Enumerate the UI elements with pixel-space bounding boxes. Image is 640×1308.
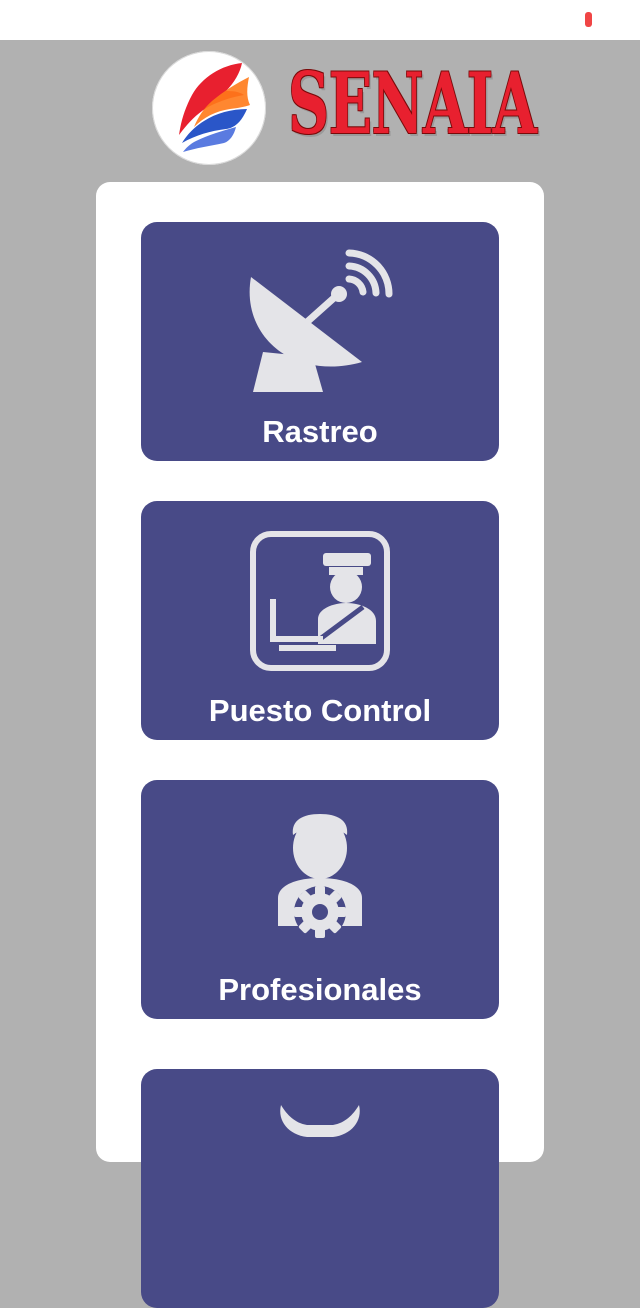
menu-item-profesionales[interactable]: Profesionales bbox=[141, 780, 499, 1019]
partial-icon bbox=[280, 1105, 360, 1137]
menu-panel: Rastreo Puesto Control Profesionales bbox=[96, 182, 544, 1308]
menu-item-label: Profesionales bbox=[218, 972, 422, 1007]
professional-gear-icon bbox=[278, 814, 362, 938]
guard-checkpoint-icon bbox=[250, 531, 390, 671]
menu-item-partial[interactable] bbox=[141, 1069, 499, 1308]
menu-item-label: Puesto Control bbox=[208, 693, 432, 728]
logo-icon bbox=[152, 51, 266, 165]
status-bar bbox=[0, 0, 640, 40]
brand-name: SENAIA bbox=[288, 54, 537, 153]
menu-item-rastreo[interactable]: Rastreo bbox=[141, 222, 499, 461]
battery-indicator-icon bbox=[585, 12, 592, 27]
menu-item-label: Rastreo bbox=[262, 414, 378, 449]
satellite-dish-icon bbox=[249, 249, 393, 392]
app-header: SENAIA bbox=[0, 40, 640, 180]
menu-item-puesto-control[interactable]: Puesto Control bbox=[141, 501, 499, 740]
